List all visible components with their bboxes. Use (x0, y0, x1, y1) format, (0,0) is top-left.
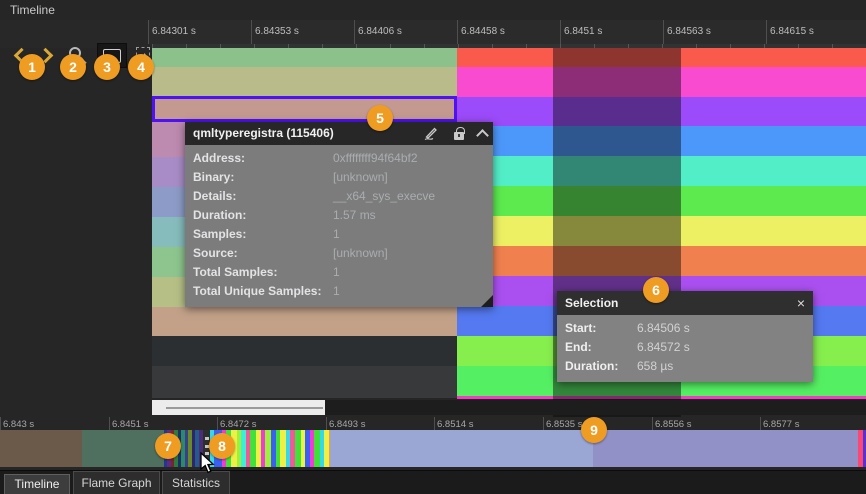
selection-popup-body: Start:6.84506 s End:6.84572 s Duration:6… (557, 315, 813, 382)
event-title: qmltyperegistra (115406) (193, 126, 334, 140)
field-value: 658 µs (637, 357, 673, 376)
axis-label: 6.8451 s (564, 26, 602, 37)
field-value: 6.84572 s (637, 338, 690, 357)
resize-grip[interactable] (481, 295, 493, 307)
annotation-badge-3: 3 (94, 54, 120, 80)
axis-tick (457, 20, 458, 44)
field-label: Samples: (193, 225, 333, 244)
field-label: Start: (565, 319, 637, 338)
selection-popup-title: Selection (565, 296, 618, 310)
field-label: Total Samples: (193, 263, 333, 282)
axis-tick (354, 20, 355, 44)
overview-minimap[interactable] (0, 430, 866, 467)
axis-label: 6.84615 s (770, 26, 814, 37)
timeline-event-row[interactable] (152, 366, 457, 398)
field-label: Source: (193, 244, 333, 263)
overview-segment[interactable] (82, 430, 164, 467)
profiler-window: Timeline ↔ 6.84301 s 6.84353 s 6.84406 s… (0, 0, 866, 494)
axis-tick (663, 20, 664, 44)
panel-title: Timeline (0, 0, 866, 20)
annotation-badge-5: 5 (367, 105, 393, 131)
annotation-badge-1: 1 (19, 54, 45, 80)
timeline-event-row[interactable] (152, 307, 457, 336)
field-value: [unknown] (333, 168, 388, 187)
selected-event-row[interactable] (152, 96, 457, 122)
timeline-event-row[interactable] (152, 48, 457, 67)
tab-flame-graph[interactable]: Flame Graph (73, 471, 160, 494)
annotation-badge-7: 7 (155, 433, 181, 459)
overview-time-axis: 6.843 s 6.8451 s 6.8472 s 6.8493 s 6.851… (0, 417, 866, 430)
timeline-toolbar: ↔ (0, 20, 152, 48)
lock-icon[interactable] (454, 132, 464, 140)
annotation-badge-6: 6 (643, 277, 669, 303)
field-value: [unknown] (333, 244, 388, 263)
axis-label: 6.8451 s (112, 419, 148, 430)
axis-label: 6.843 s (3, 419, 34, 430)
close-icon[interactable]: × (797, 291, 805, 315)
field-value: 1.57 ms (333, 206, 376, 225)
collapse-chevron-icon[interactable] (476, 129, 489, 142)
event-details-header[interactable]: qmltyperegistra (115406) (185, 122, 493, 145)
axis-tick (652, 417, 653, 430)
tab-timeline[interactable]: Timeline (4, 474, 70, 494)
overview-segment[interactable] (330, 430, 593, 467)
axis-tick (217, 417, 218, 430)
edit-pen-icon[interactable] (424, 127, 440, 141)
field-label: Details: (193, 187, 333, 206)
field-value: __x64_sys_execve (333, 187, 435, 206)
axis-label: 6.8514 s (437, 419, 473, 430)
timeline-event-row[interactable] (152, 67, 457, 96)
axis-tick (326, 417, 327, 430)
axis-label: 6.84406 s (358, 26, 402, 37)
axis-label: 6.8577 s (763, 419, 799, 430)
axis-label: 6.84301 s (152, 26, 196, 37)
axis-label: 6.8472 s (220, 419, 256, 430)
field-label: End: (565, 338, 637, 357)
overview-segment[interactable] (593, 430, 858, 467)
axis-label: 6.84353 s (255, 26, 299, 37)
scrollbar-thumb-grip (166, 407, 323, 409)
axis-tick (0, 417, 1, 430)
field-label: Duration: (193, 206, 333, 225)
axis-label: 6.8535 s (546, 419, 582, 430)
axis-label: 6.8493 s (329, 419, 365, 430)
selection-popup-header[interactable]: Selection × (557, 291, 813, 315)
view-tabbar: Timeline Flame Graph Statistics (0, 470, 866, 494)
annotation-badge-9: 9 (581, 417, 607, 443)
annotation-badge-2: 2 (60, 54, 86, 80)
horizontal-scrollbar-thumb[interactable] (152, 400, 325, 415)
event-details-body: Address:0xffffffff94f64bf2 Binary:[unkno… (185, 145, 493, 307)
axis-label: 6.84458 s (461, 26, 505, 37)
top-time-axis: 6.84301 s 6.84353 s 6.84406 s 6.84458 s … (148, 20, 866, 44)
axis-tick (109, 417, 110, 430)
field-label: Binary: (193, 168, 333, 187)
field-label: Address: (193, 149, 333, 168)
axis-label: 6.8556 s (655, 419, 691, 430)
overview-segment[interactable] (0, 430, 82, 467)
selection-popup: Selection × Start:6.84506 s End:6.84572 … (557, 291, 813, 382)
field-value: 1 (333, 263, 340, 282)
field-value: 1 (333, 282, 340, 301)
axis-tick (251, 20, 252, 44)
axis-tick (434, 417, 435, 430)
tab-statistics[interactable]: Statistics (162, 471, 230, 494)
axis-tick (560, 20, 561, 44)
axis-tick (148, 20, 149, 44)
field-value: 0xffffffff94f64bf2 (333, 149, 418, 168)
event-details-popup: qmltyperegistra (115406) Address:0xfffff… (185, 122, 493, 307)
axis-tick (543, 417, 544, 430)
field-value: 1 (333, 225, 340, 244)
axis-tick (766, 20, 767, 44)
annotation-badge-8: 8 (209, 433, 235, 459)
annotation-badge-4: 4 (128, 54, 154, 80)
axis-label: 6.84563 s (667, 26, 711, 37)
field-label: Duration: (565, 357, 637, 376)
timeline-event-row[interactable] (152, 336, 457, 366)
axis-tick (760, 417, 761, 430)
field-value: 6.84506 s (637, 319, 690, 338)
field-label: Total Unique Samples: (193, 282, 333, 301)
